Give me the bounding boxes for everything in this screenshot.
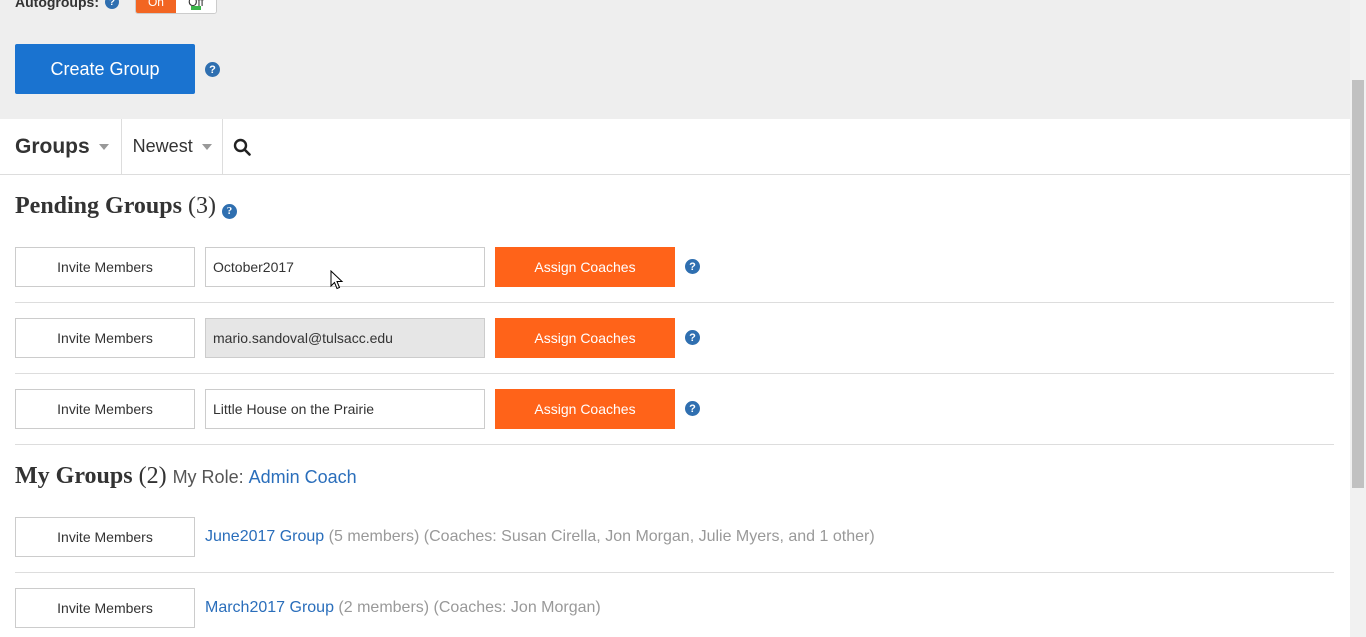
group-name-input[interactable] bbox=[205, 389, 485, 429]
my-group-row: Invite Members June2017 Group (5 members… bbox=[15, 517, 1334, 573]
toggle-indicator bbox=[190, 6, 201, 10]
chevron-down-icon bbox=[98, 143, 109, 150]
group-details: (5 members) (Coaches: Susan Cirella, Jon… bbox=[328, 528, 875, 545]
invite-members-button[interactable]: Invite Members bbox=[15, 389, 195, 429]
mouse-cursor-icon bbox=[330, 270, 344, 290]
sort-dropdown[interactable]: Newest bbox=[122, 119, 223, 174]
assign-coaches-button[interactable]: Assign Coaches bbox=[495, 389, 675, 429]
group-summary: March2017 Group (2 members) (Coaches: Jo… bbox=[205, 599, 601, 617]
pending-group-row: Invite Members Assign Coaches ? bbox=[15, 247, 1334, 303]
autogroups-row: Autogroups: ? On Off bbox=[15, 0, 217, 14]
group-name-input[interactable] bbox=[205, 247, 485, 287]
group-name-link[interactable]: March2017 Group bbox=[205, 599, 334, 616]
pending-group-row: Invite Members Assign Coaches ? bbox=[15, 389, 1334, 445]
group-summary: June2017 Group (5 members) (Coaches: Sus… bbox=[205, 528, 875, 546]
my-groups-heading: My Groups (2) My Role: Admin Coach bbox=[15, 463, 357, 490]
autogroups-toggle[interactable]: On Off bbox=[134, 0, 217, 14]
invite-members-button[interactable]: Invite Members bbox=[15, 517, 195, 557]
my-role-link[interactable]: Admin Coach bbox=[249, 467, 357, 488]
scrollbar-thumb[interactable] bbox=[1352, 80, 1364, 488]
page-scrollbar[interactable] bbox=[1350, 0, 1366, 637]
assign-coaches-button[interactable]: Assign Coaches bbox=[495, 318, 675, 358]
assign-coaches-button[interactable]: Assign Coaches bbox=[495, 247, 675, 287]
help-icon[interactable]: ? bbox=[205, 62, 220, 77]
toggle-off-option[interactable]: Off bbox=[175, 0, 216, 13]
group-details: (2 members) (Coaches: Jon Morgan) bbox=[338, 599, 601, 616]
groups-filter-dropdown[interactable]: Groups bbox=[0, 119, 122, 174]
my-group-row: Invite Members March2017 Group (2 member… bbox=[15, 588, 1334, 637]
pending-groups-count: (3) bbox=[187, 193, 216, 219]
help-icon[interactable]: ? bbox=[685, 330, 700, 345]
invite-members-button[interactable]: Invite Members bbox=[15, 247, 195, 287]
search-icon bbox=[233, 138, 251, 156]
pending-groups-heading: Pending Groups (3) ? bbox=[15, 193, 237, 220]
my-role-label: My Role: bbox=[172, 467, 244, 487]
search-button[interactable] bbox=[223, 119, 251, 174]
help-icon[interactable]: ? bbox=[104, 0, 119, 9]
pending-groups-title: Pending Groups bbox=[15, 193, 182, 219]
my-groups-title: My Groups bbox=[15, 463, 133, 489]
help-icon[interactable]: ? bbox=[685, 259, 700, 274]
toggle-on-option[interactable]: On bbox=[135, 0, 176, 13]
groups-filter-label: Groups bbox=[15, 134, 90, 158]
top-area: Autogroups: ? On Off Create Group ? bbox=[0, 0, 1350, 119]
pending-group-row: Invite Members Assign Coaches ? bbox=[15, 318, 1334, 374]
help-icon[interactable]: ? bbox=[685, 401, 700, 416]
autogroups-label: Autogroups: bbox=[15, 0, 99, 10]
group-name-link[interactable]: June2017 Group bbox=[205, 528, 324, 545]
invite-members-button[interactable]: Invite Members bbox=[15, 318, 195, 358]
create-group-button[interactable]: Create Group bbox=[15, 44, 195, 94]
sort-label: Newest bbox=[132, 136, 193, 156]
invite-members-button[interactable]: Invite Members bbox=[15, 588, 195, 628]
chevron-down-icon bbox=[201, 143, 212, 150]
groups-toolbar: Groups Newest bbox=[0, 119, 1350, 175]
my-groups-count: (2) bbox=[138, 463, 167, 489]
help-icon[interactable]: ? bbox=[221, 203, 237, 219]
group-name-input bbox=[205, 318, 485, 358]
